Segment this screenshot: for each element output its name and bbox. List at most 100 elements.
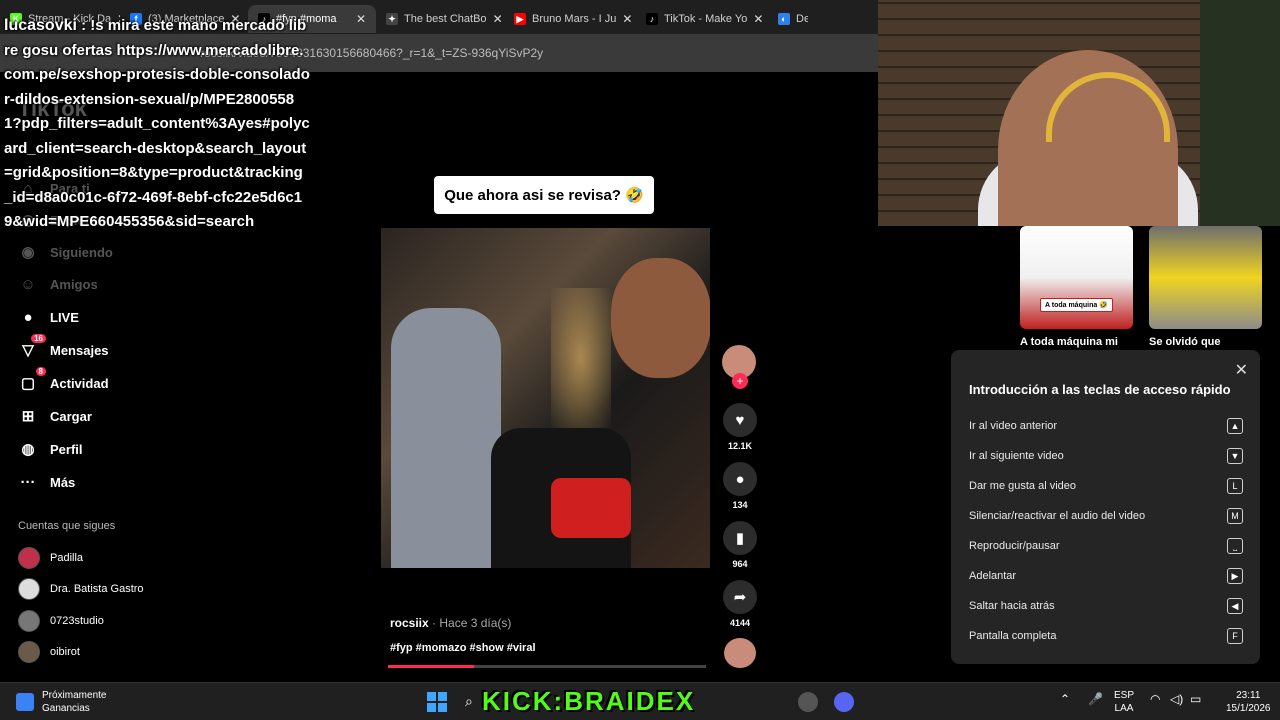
- author-name[interactable]: rocsiix: [390, 616, 429, 630]
- widget-line-2: Ganancias: [42, 703, 90, 714]
- following-account[interactable]: oibirot: [18, 641, 80, 663]
- screen: KStream - Kick Da✕f(3) Marketplace✕♪#fyp…: [0, 0, 1280, 720]
- avatar: [18, 641, 40, 663]
- shortcut-key-icon: ◀: [1227, 598, 1243, 614]
- avatar: [18, 610, 40, 632]
- recommendation-thumb-2[interactable]: [1149, 226, 1262, 329]
- sidebar-item-label: Perfil: [50, 441, 83, 457]
- avatar: [18, 578, 40, 600]
- volume-icon[interactable]: ◁): [1170, 693, 1183, 706]
- browser-tab[interactable]: ♪ TikTok - Make Yo ✕: [636, 5, 768, 33]
- taskbar-app-icon[interactable]: [798, 692, 818, 712]
- like-button[interactable]: ♥ 12.1K: [722, 403, 758, 451]
- video-light: [551, 288, 611, 428]
- sidebar-item-live[interactable]: ● LIVE: [18, 307, 78, 327]
- video-hashtags[interactable]: #fyp #momazo #show #viral: [390, 642, 536, 654]
- shortcut-label: Saltar hacia atrás: [969, 600, 1055, 612]
- shortcut-label: Dar me gusta al video: [969, 480, 1076, 492]
- following-account[interactable]: Padilla: [18, 547, 83, 569]
- tab-close-icon[interactable]: ✕: [493, 12, 503, 26]
- profile-icon: ◍: [21, 441, 35, 458]
- avatar: [18, 547, 40, 569]
- tab-favicon-icon: ✦: [386, 13, 398, 25]
- sidebar-item-perfil[interactable]: ◍ Perfil: [18, 439, 83, 459]
- next-video-avatar[interactable]: [724, 638, 756, 668]
- tab-close-icon[interactable]: ✕: [622, 12, 632, 26]
- sidebar-item-mensajes[interactable]: ▽ 16 Mensajes: [18, 334, 109, 360]
- windows-taskbar: Próximamente Ganancias ⌕ KICK:BRAIDEX ⌃ …: [0, 682, 1280, 720]
- following-name: oibirot: [50, 646, 80, 658]
- sidebar-item-label: Amigos: [50, 276, 98, 292]
- search-icon[interactable]: ⌕: [465, 693, 473, 710]
- video-author[interactable]: rocsiix · Hace 3 día(s): [390, 616, 511, 630]
- video-sticker: Que ahora asi se revisa? 🤣: [434, 176, 654, 214]
- date: 15/1/2026: [1226, 703, 1271, 714]
- browser-tab[interactable]: ◐ Desc: [768, 5, 808, 33]
- browser-tab[interactable]: ▶ Bruno Mars - I Ju ✕: [504, 5, 636, 33]
- tab-title: The best ChatBo: [404, 13, 487, 25]
- recommendation-thumb-1[interactable]: A toda máquina 🤣: [1020, 226, 1133, 329]
- discord-icon[interactable]: [834, 692, 854, 712]
- shortcut-row: Dar me gusta al video L: [969, 478, 1243, 494]
- shortcut-key-icon: ▲: [1227, 418, 1243, 434]
- save-button[interactable]: ▮ 964: [722, 521, 758, 569]
- close-icon[interactable]: ✕: [1235, 360, 1248, 380]
- video-face: [611, 258, 710, 378]
- live-icon: ●: [23, 308, 33, 326]
- shortcut-label: Adelantar: [969, 570, 1017, 582]
- heart-icon: ♥: [723, 403, 757, 437]
- language-indicator[interactable]: ESP LAA: [1114, 689, 1134, 715]
- tab-favicon-icon: ◐: [778, 13, 790, 25]
- following-account[interactable]: Dra. Batista Gastro: [18, 578, 144, 600]
- shortcut-key-icon: ▶: [1227, 568, 1243, 584]
- follow-plus-icon[interactable]: +: [732, 373, 748, 389]
- notification-badge: 16: [31, 334, 46, 343]
- chevron-up-icon[interactable]: ⌃: [1060, 693, 1070, 706]
- sidebar-item-amigos[interactable]: ☺ Amigos: [18, 274, 98, 294]
- modal-title: Introducción a las teclas de acceso rápi…: [969, 382, 1231, 397]
- browser-tab[interactable]: ✦ The best ChatBo ✕: [376, 5, 504, 33]
- shortcut-row: Pantalla completa F: [969, 628, 1243, 644]
- chat-text: !s mira este mano mercado libre gosu ofe…: [4, 17, 310, 230]
- shortcut-label: Silenciar/reactivar el audio del video: [969, 510, 1146, 522]
- battery-icon[interactable]: ▭: [1190, 693, 1201, 706]
- following-name: Padilla: [50, 552, 84, 564]
- shortcut-row: Ir al siguiente video ▼: [969, 448, 1243, 464]
- chat-separator: :: [76, 17, 91, 34]
- sidebar-item-cargar[interactable]: ⊞ Cargar: [18, 406, 92, 426]
- following-name: 0723studio: [50, 615, 104, 627]
- tab-title: TikTok - Make Yo: [664, 13, 748, 25]
- share-icon: ➦: [723, 580, 757, 614]
- more-icon: ···: [20, 473, 36, 491]
- sidebar-item-más[interactable]: ··· Más: [18, 472, 76, 492]
- sidebar-item-siguiendo[interactable]: ◉ Siguiendo: [18, 242, 112, 262]
- following-title: Cuentas que sigues: [18, 520, 116, 532]
- clock[interactable]: 23:11 15/1/2026: [1226, 689, 1271, 715]
- sidebar-item-actividad[interactable]: ▢ 8 Actividad: [18, 367, 109, 393]
- comment-icon: ●: [723, 462, 757, 496]
- tab-close-icon[interactable]: ✕: [356, 12, 366, 26]
- sidebar-item-label: Cargar: [50, 408, 92, 424]
- tab-title: Bruno Mars - I Ju: [532, 13, 617, 25]
- microphone-icon[interactable]: 🎤: [1088, 693, 1103, 706]
- widgets-button[interactable]: Próximamente Ganancias: [16, 689, 106, 715]
- shortcut-key-icon: M: [1227, 508, 1243, 524]
- shortcut-row: Reproducir/pausar ⎵: [969, 538, 1243, 554]
- shortcut-label: Reproducir/pausar: [969, 540, 1060, 552]
- lang-1: ESP: [1114, 690, 1135, 701]
- share-button[interactable]: ➦ 4144: [722, 580, 758, 628]
- video-progress-bar[interactable]: [388, 665, 706, 668]
- shortcut-label: Ir al video anterior: [969, 420, 1058, 432]
- streamer-webcam: [878, 0, 1280, 226]
- recommendation-title-2[interactable]: Se olvidó que: [1149, 336, 1221, 348]
- tab-close-icon[interactable]: ✕: [753, 12, 763, 26]
- video-figure: [391, 308, 501, 568]
- video-player[interactable]: [381, 228, 710, 568]
- following-account[interactable]: 0723studio: [18, 610, 104, 632]
- recommendation-title-1[interactable]: A toda máquina mi: [1020, 336, 1118, 348]
- following-icon: ◉: [21, 244, 35, 261]
- wifi-icon[interactable]: ◠: [1150, 693, 1160, 706]
- comment-button[interactable]: ● 134: [722, 462, 758, 510]
- share-count: 4144: [729, 618, 751, 628]
- windows-start-icon[interactable]: [427, 692, 447, 712]
